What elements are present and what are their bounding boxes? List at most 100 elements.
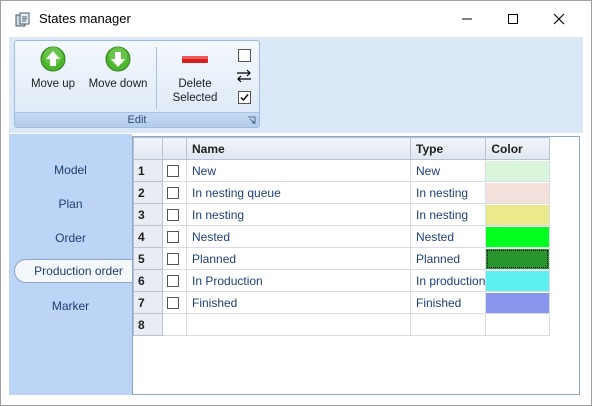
left-navigation: Model Plan Order Production order Marker xyxy=(9,134,142,395)
nav-item-production-order[interactable]: Production order xyxy=(14,259,142,283)
color-swatch xyxy=(486,226,549,247)
move-up-icon xyxy=(40,46,66,72)
type-cell[interactable]: New xyxy=(409,159,487,182)
row-checkbox[interactable] xyxy=(167,165,179,178)
select-all-button[interactable] xyxy=(236,89,252,105)
type-cell[interactable]: In production xyxy=(409,269,487,292)
row-checkbox-cell[interactable] xyxy=(162,181,187,204)
color-cell[interactable] xyxy=(485,181,551,204)
color-cell[interactable] xyxy=(485,225,551,248)
row-number[interactable]: 7 xyxy=(133,291,163,314)
nav-item-label: Order xyxy=(55,231,86,245)
table-row[interactable]: 2 In nesting queue In nesting xyxy=(133,181,551,204)
move-up-label: Move up xyxy=(30,78,76,90)
table-row[interactable]: 8 xyxy=(133,313,551,336)
delete-selected-button[interactable]: Delete Selected xyxy=(163,46,227,105)
table-row[interactable]: 3 In nesting In nesting xyxy=(133,203,551,226)
minimize-button[interactable] xyxy=(444,1,490,37)
maximize-button[interactable] xyxy=(490,1,536,37)
color-cell[interactable] xyxy=(485,269,551,292)
type-cell[interactable]: Planned xyxy=(409,247,487,270)
row-number[interactable]: 5 xyxy=(133,247,163,270)
row-checkbox-cell[interactable] xyxy=(162,291,187,314)
type-cell[interactable]: In nesting xyxy=(409,203,487,226)
color-swatch xyxy=(486,270,549,291)
name-cell[interactable]: Nested xyxy=(186,225,411,248)
nav-item-marker[interactable]: Marker xyxy=(9,294,132,318)
row-checkbox-cell[interactable] xyxy=(162,269,187,292)
table-row[interactable]: 6 In Production In production xyxy=(133,269,551,292)
row-number[interactable]: 6 xyxy=(133,269,163,292)
nav-item-model[interactable]: Model xyxy=(9,158,132,182)
name-cell[interactable]: In nesting xyxy=(186,203,411,226)
row-checkbox-cell[interactable] xyxy=(162,313,187,336)
nav-item-label: Model xyxy=(54,163,87,177)
row-checkbox[interactable] xyxy=(167,275,179,288)
ribbon-separator xyxy=(156,47,157,109)
select-none-icon xyxy=(237,48,251,62)
color-cell[interactable] xyxy=(485,313,551,336)
type-cell[interactable]: Finished xyxy=(409,291,487,314)
nav-item-label: Production order xyxy=(34,264,123,278)
states-manager-window: States manager Move up Move down Delete … xyxy=(0,0,592,406)
states-grid: Name Type Color 1 New New 2 In nesting queue… xyxy=(132,136,580,395)
color-swatch xyxy=(486,160,549,181)
edit-group-label: Edit xyxy=(127,114,147,126)
title-bar: States manager xyxy=(1,1,591,37)
name-cell[interactable]: In nesting queue xyxy=(186,181,411,204)
type-cell[interactable]: In nesting xyxy=(409,181,487,204)
color-cell[interactable] xyxy=(485,291,551,314)
move-up-button[interactable]: Move up xyxy=(21,46,85,91)
table-body: 1 New New 2 In nesting queue In nesting 3 In ne… xyxy=(133,159,551,336)
row-number[interactable]: 1 xyxy=(133,159,163,182)
row-checkbox[interactable] xyxy=(167,231,179,244)
row-number[interactable]: 3 xyxy=(133,203,163,226)
select-all-icon xyxy=(237,90,251,104)
nav-item-label: Plan xyxy=(58,197,83,211)
move-down-button[interactable]: Move down xyxy=(85,46,151,91)
table-row[interactable]: 7 Finished Finished xyxy=(133,291,551,314)
color-swatch xyxy=(486,248,549,269)
row-checkbox[interactable] xyxy=(167,297,179,310)
move-down-icon xyxy=(105,46,131,72)
color-cell[interactable] xyxy=(485,247,551,270)
color-swatch xyxy=(486,182,549,203)
name-cell[interactable]: Planned xyxy=(186,247,411,270)
color-cell[interactable] xyxy=(485,159,551,182)
color-cell[interactable] xyxy=(485,203,551,226)
row-number[interactable]: 4 xyxy=(133,225,163,248)
row-number[interactable]: 2 xyxy=(133,181,163,204)
type-cell[interactable]: Nested xyxy=(409,225,487,248)
name-cell[interactable]: Finished xyxy=(186,291,411,314)
invert-selection-button[interactable] xyxy=(236,68,252,84)
row-number[interactable]: 8 xyxy=(133,313,163,336)
column-header-type[interactable]: Type xyxy=(409,137,487,160)
checkbox-header xyxy=(162,137,187,160)
row-checkbox[interactable] xyxy=(167,253,179,266)
table-row[interactable]: 1 New New xyxy=(133,159,551,182)
row-checkbox[interactable] xyxy=(167,209,179,222)
row-checkbox-cell[interactable] xyxy=(162,247,187,270)
name-cell[interactable]: In Production xyxy=(186,269,411,292)
app-icon xyxy=(15,12,30,27)
dialog-launcher-icon[interactable] xyxy=(247,116,256,125)
select-none-button[interactable] xyxy=(236,47,252,63)
window-title: States manager xyxy=(39,11,131,26)
table-row[interactable]: 5 Planned Planned xyxy=(133,247,551,270)
minimize-icon xyxy=(462,18,472,20)
close-button[interactable] xyxy=(536,1,582,37)
name-cell[interactable] xyxy=(186,313,411,336)
ribbon-group-edit: Move up Move down Delete Selected Edit xyxy=(14,40,260,128)
nav-item-order[interactable]: Order xyxy=(9,226,132,250)
nav-item-plan[interactable]: Plan xyxy=(9,192,132,216)
column-header-color[interactable]: Color xyxy=(485,137,551,160)
row-checkbox-cell[interactable] xyxy=(162,203,187,226)
table-row[interactable]: 4 Nested Nested xyxy=(133,225,551,248)
type-cell[interactable] xyxy=(409,313,487,336)
name-cell[interactable]: New xyxy=(186,159,411,182)
color-swatch xyxy=(486,292,549,313)
column-header-name[interactable]: Name xyxy=(186,137,411,160)
row-checkbox[interactable] xyxy=(167,187,179,200)
row-checkbox-cell[interactable] xyxy=(162,225,187,248)
row-checkbox-cell[interactable] xyxy=(162,159,187,182)
